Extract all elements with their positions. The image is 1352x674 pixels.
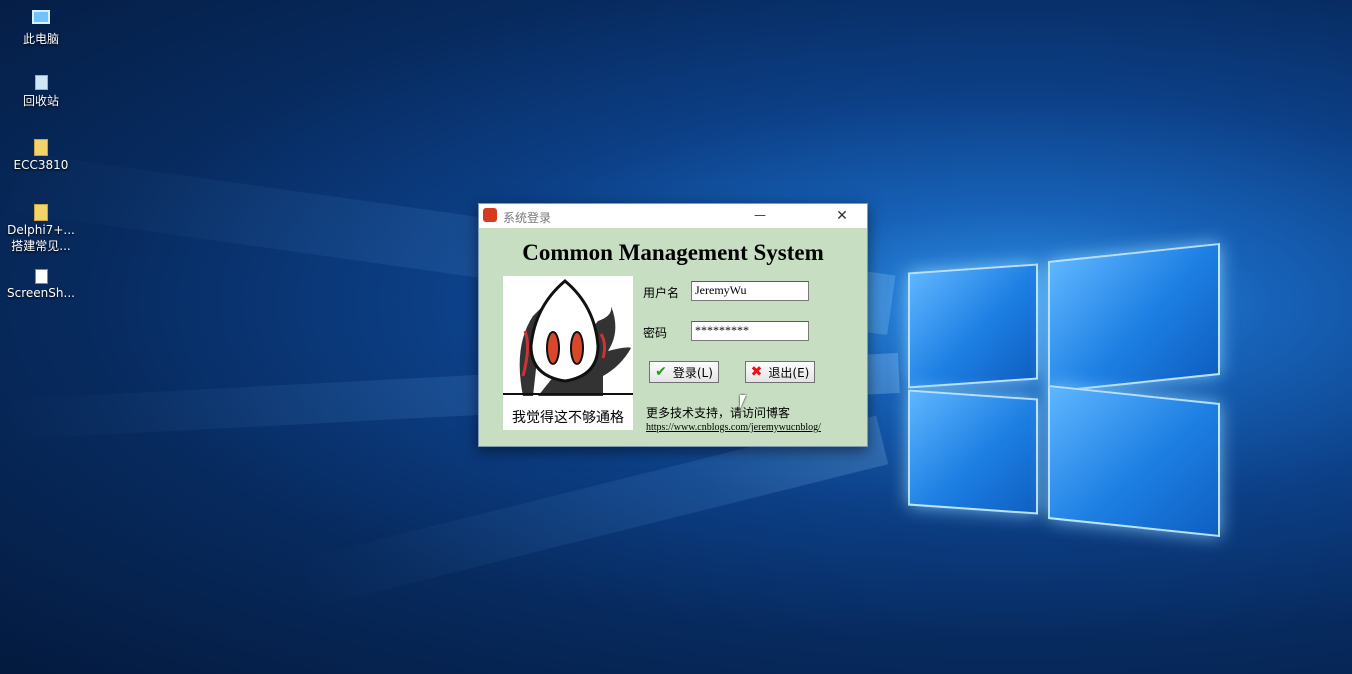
folder-icon — [34, 139, 48, 156]
meme-caption: 我觉得这不够通格 — [512, 410, 624, 426]
close-x-icon: ✖ — [750, 364, 763, 380]
recycle-bin-icon — [34, 75, 48, 90]
computer-icon — [32, 10, 50, 24]
meme-image: 我觉得这不够通格 — [503, 276, 633, 430]
desktop-icon-label: ECC3810 — [13, 158, 69, 172]
desktop-icon-recycle-bin[interactable]: 回收站 — [1, 75, 81, 109]
windows-logo — [900, 230, 1230, 550]
desktop-icon-label-line2: 搭建常见... — [11, 239, 71, 253]
window-title: 系统登录 — [503, 211, 552, 225]
app-title: Common Management System — [522, 240, 824, 265]
desktop-icon-delphi7[interactable]: Delphi7+... 搭建常见... — [1, 204, 81, 254]
exit-button-label: 退出(E) — [768, 365, 810, 380]
blog-link[interactable]: https://www.cnblogs.com/jeremywucnblog/ — [646, 422, 821, 433]
desktop-icon-label: Delphi7+... — [7, 223, 75, 237]
title-bar[interactable]: 系统登录 — ✕ — [479, 204, 867, 228]
login-dialog: 系统登录 — ✕ Common Management System 我觉得这不够… — [478, 203, 868, 447]
support-text: 更多技术支持，请访问博客 — [646, 406, 791, 420]
login-button[interactable]: ✔ 登录(L) — [649, 361, 719, 383]
minimize-button[interactable]: — — [745, 204, 775, 228]
username-field[interactable]: JeremyWu — [691, 281, 809, 301]
desktop-icon-this-pc[interactable]: 此电脑 — [1, 10, 81, 47]
desktop-icon-screenshot[interactable]: ScreenSh... — [1, 269, 81, 300]
checkmark-icon: ✔ — [655, 364, 667, 380]
desktop-icon-label: 回收站 — [22, 94, 59, 108]
folder-icon — [34, 204, 48, 221]
login-button-label: 登录(L) — [672, 365, 713, 380]
password-label: 密码 — [643, 326, 668, 340]
app-icon — [483, 208, 497, 222]
meme-character-icon — [503, 279, 633, 396]
desktop-icon-label: 此电脑 — [22, 32, 59, 46]
desktop-icon-ecc3810[interactable]: ECC3810 — [1, 139, 81, 172]
exit-button[interactable]: ✖ 退出(E) — [745, 361, 815, 383]
username-label: 用户名 — [643, 286, 680, 300]
desktop-icon-label: ScreenSh... — [7, 286, 75, 300]
mouse-cursor-icon — [740, 395, 746, 409]
file-icon — [34, 269, 48, 284]
close-button[interactable]: ✕ — [827, 204, 857, 228]
password-field[interactable]: ********* — [691, 321, 809, 341]
